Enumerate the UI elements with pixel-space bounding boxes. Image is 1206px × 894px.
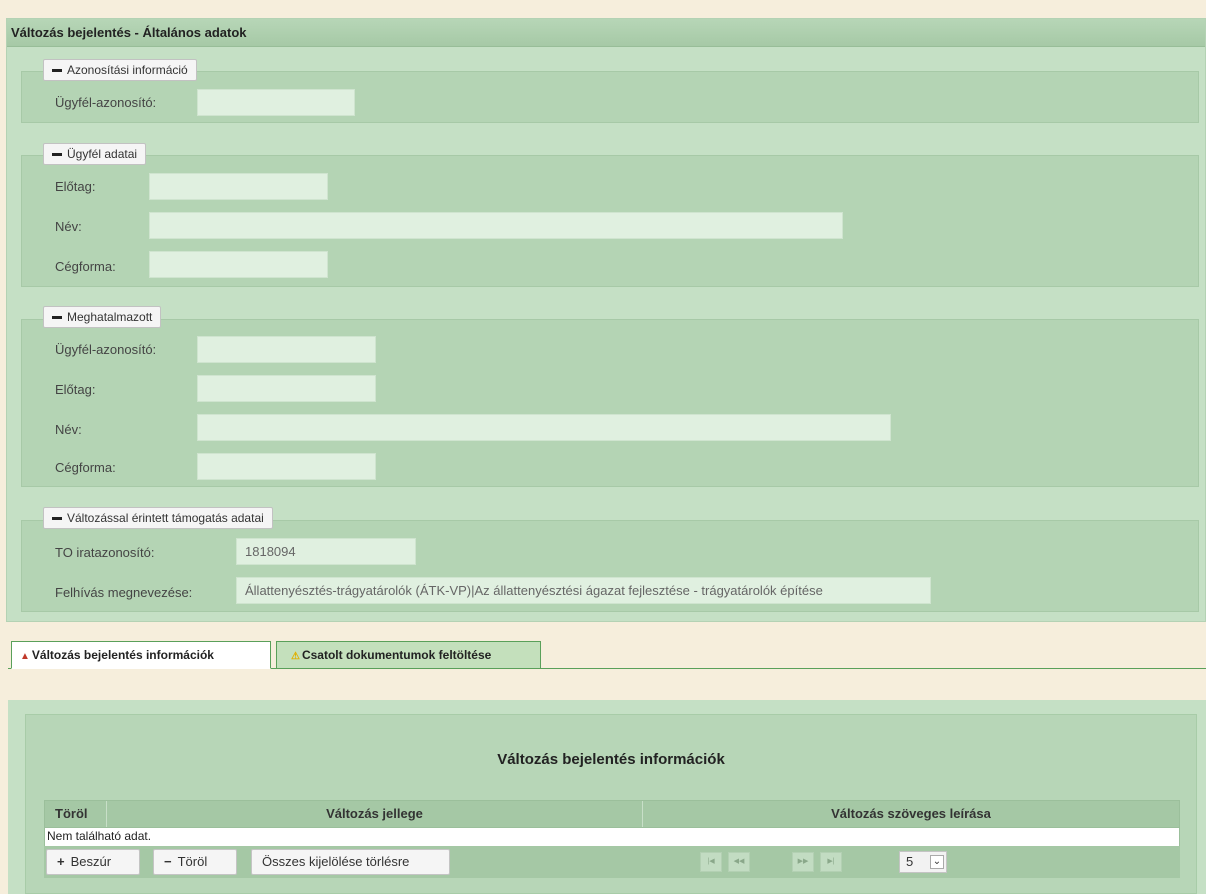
label-to-document-id: TO iratazonosító: [55,545,155,560]
general-data-panel: Változás bejelentés - Általános adatok A… [6,18,1206,622]
minus-icon: − [164,854,172,869]
next-page-icon[interactable]: ▶▶ [792,852,814,872]
collapse-icon [52,68,62,72]
collapse-icon [52,152,62,156]
insert-button-label: Beszúr [70,854,112,869]
prev-page-icon[interactable]: ◀◀ [728,852,750,872]
label-prefix: Előtag: [55,382,96,397]
legend-client-data[interactable]: Ügyfél adatai [43,143,147,165]
label-name: Név: [55,422,82,437]
legend-label: Változással érintett támogatás adatai [67,511,264,525]
label-client-id: Ügyfél-azonosító: [55,342,157,357]
collapse-icon [52,516,62,520]
chevron-down-icon: ⌄ [930,855,944,869]
legend-label: Ügyfél adatai [67,147,138,161]
company-form-field[interactable] [149,251,328,278]
warning-icon: ⚠ [291,651,300,662]
warning-icon: ▲ [20,651,30,662]
legend-support-data[interactable]: Változással érintett támogatás adatai [43,507,273,529]
column-header-change-type[interactable]: Változás jellege [107,801,643,827]
authorized-client-id-field[interactable] [197,336,376,363]
label-company-form: Cégforma: [55,460,116,475]
authorized-name-field[interactable] [197,414,891,441]
top-strip [0,0,1206,8]
page-size-select[interactable]: 5 ⌄ [899,851,947,873]
grid-toolbar: + Beszúr − Töröl Összes kijelölése törlésr… [44,846,1180,878]
select-all-for-deletion-button[interactable]: Összes kijelölése törlésre [251,849,450,875]
column-header-delete[interactable]: Töröl [45,801,107,827]
authorized-prefix-field[interactable] [197,375,376,402]
legend-identification[interactable]: Azonosítási információ [43,59,197,81]
tab-change-info[interactable]: ▲ Változás bejelentés információk [11,641,271,669]
authorized-company-form-field[interactable] [197,453,376,480]
label-client-id: Ügyfél-azonosító: [55,95,157,110]
tab-label: Változás bejelentés információk [31,648,214,662]
label-call-name: Felhívás megnevezése: [55,585,193,600]
panel-title: Változás bejelentés - Általános adatok [7,19,1205,47]
label-prefix: Előtag: [55,179,96,194]
last-page-icon[interactable]: ▶| [820,852,842,872]
insert-button[interactable]: + Beszúr [46,849,140,875]
grid-panel: Változás bejelentés információk Töröl Vá… [25,714,1197,894]
call-name-field[interactable]: Állattenyésztés-trágyatárolók (ÁTK-VP)|A… [236,577,931,604]
grid-empty-row: Nem található adat. [44,828,1180,846]
tab-content: Változás bejelentés információk Töröl Vá… [8,700,1206,894]
client-id-field[interactable] [197,89,355,116]
delete-button[interactable]: − Töröl [153,849,237,875]
first-page-icon[interactable]: |◀ [700,852,722,872]
prefix-field[interactable] [149,173,328,200]
grid-title: Változás bejelentés információk [497,751,725,768]
label-name: Név: [55,219,82,234]
label-company-form: Cégforma: [55,259,116,274]
page-size-value: 5 [906,854,914,869]
legend-authorized[interactable]: Meghatalmazott [43,306,162,328]
plus-icon: + [57,854,65,869]
delete-button-label: Töröl [177,854,208,869]
name-field[interactable] [149,212,843,239]
tab-label: Csatolt dokumentumok feltöltése [301,648,492,662]
legend-label: Azonosítási információ [67,63,188,77]
legend-label: Meghatalmazott [67,310,153,324]
column-header-change-description[interactable]: Változás szöveges leírása [643,801,1179,827]
grid-header: Töröl Változás jellege Változás szöveges… [44,800,1180,828]
tab-attached-documents[interactable]: ⚠ Csatolt dokumentumok feltöltése [276,641,541,669]
to-document-id-field[interactable]: 1818094 [236,538,416,565]
collapse-icon [52,315,62,319]
